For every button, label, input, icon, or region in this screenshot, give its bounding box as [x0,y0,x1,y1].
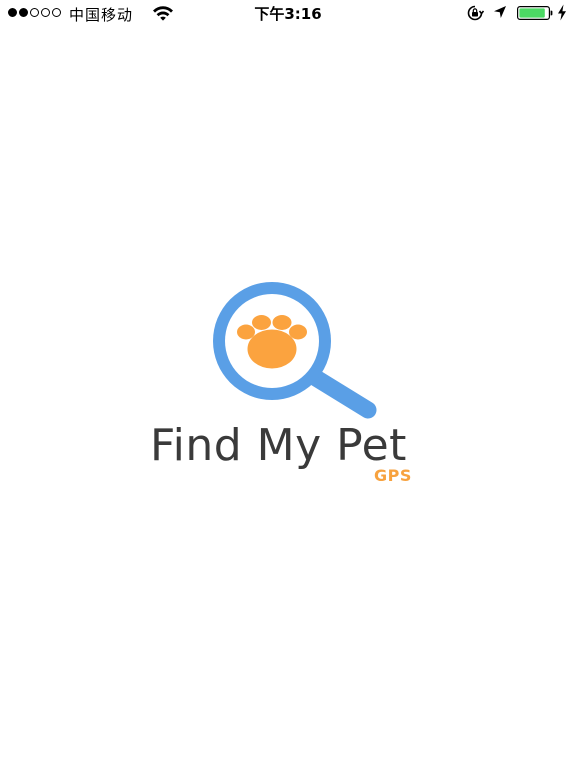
charging-bolt-icon [558,4,566,21]
magnifier-paw-icon [213,282,377,419]
rotation-lock-icon [467,5,484,21]
app-subtitle: GPS [374,466,412,485]
status-bar: 中国移动 下午3:16 [0,0,576,26]
splash-screen: 中国移动 下午3:16 Find My Pet GPS [0,0,576,768]
app-title: Find My Pet [150,420,407,471]
location-arrow-icon [494,6,506,18]
status-time: 下午3:16 [254,5,322,23]
battery-icon [517,6,553,20]
